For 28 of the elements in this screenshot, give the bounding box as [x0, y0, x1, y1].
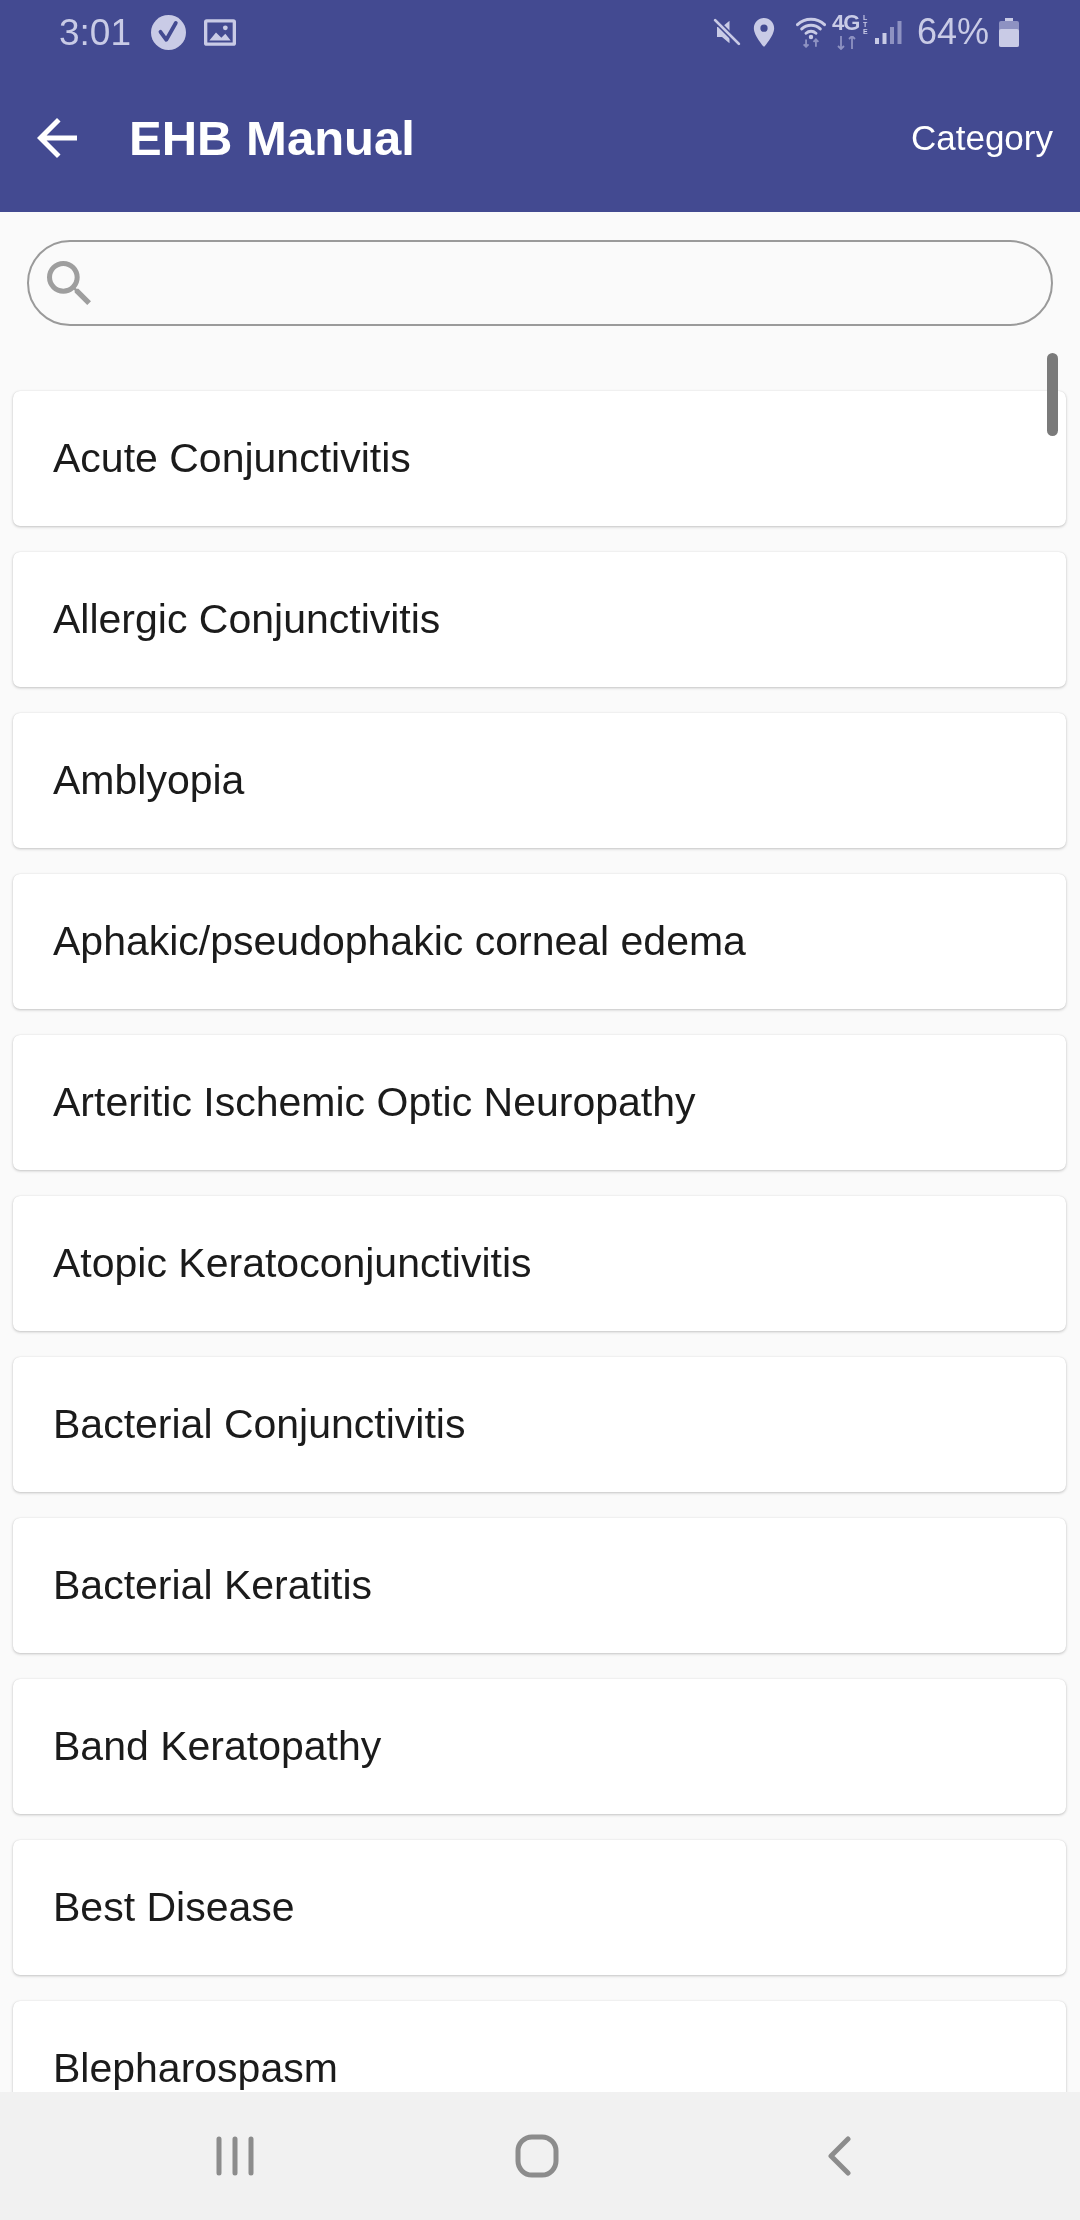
home-icon[interactable] [515, 2134, 559, 2178]
battery-percent: 64% [916, 14, 989, 50]
topic-list-item[interactable]: Acute Conjunctivitis [13, 391, 1066, 526]
topic-list-item[interactable]: Blepharospasm [13, 2001, 1066, 2092]
topic-list-item[interactable]: Best Disease [13, 1840, 1066, 1975]
category-button[interactable]: Category [910, 117, 1053, 159]
recent-apps-icon[interactable] [216, 2136, 254, 2176]
topic-list-item[interactable]: Bacterial Conjunctivitis [13, 1357, 1066, 1492]
battery-icon [999, 17, 1019, 47]
topic-list-item[interactable]: Aphakic/pseudophakic corneal edema [13, 874, 1066, 1009]
status-time: 3:01 [59, 13, 131, 51]
topic-list-item[interactable]: Amblyopia [13, 713, 1066, 848]
signal-bars-icon [874, 20, 902, 44]
search-icon [47, 261, 91, 305]
app-title: EHB Manual [129, 109, 415, 167]
check-circle-icon [151, 14, 186, 50]
wifi-icon [796, 16, 827, 48]
topic-list-item[interactable]: Arteritic Ischemic Optic Neuropathy [13, 1035, 1066, 1170]
network-type-label: 4G [832, 14, 861, 31]
back-icon[interactable] [826, 2136, 852, 2176]
location-pin-icon [753, 17, 776, 47]
mute-icon [712, 17, 743, 47]
topic-list-item[interactable]: Bacterial Keratitis [13, 1518, 1066, 1653]
topic-list-item[interactable]: Allergic Conjunctivitis [13, 552, 1066, 687]
topic-list-item[interactable]: Band Keratopathy [13, 1679, 1066, 1814]
image-icon [204, 18, 236, 46]
topic-list-item[interactable]: Atopic Keratoconjunctivitis [13, 1196, 1066, 1331]
back-arrow-icon[interactable] [35, 118, 79, 158]
